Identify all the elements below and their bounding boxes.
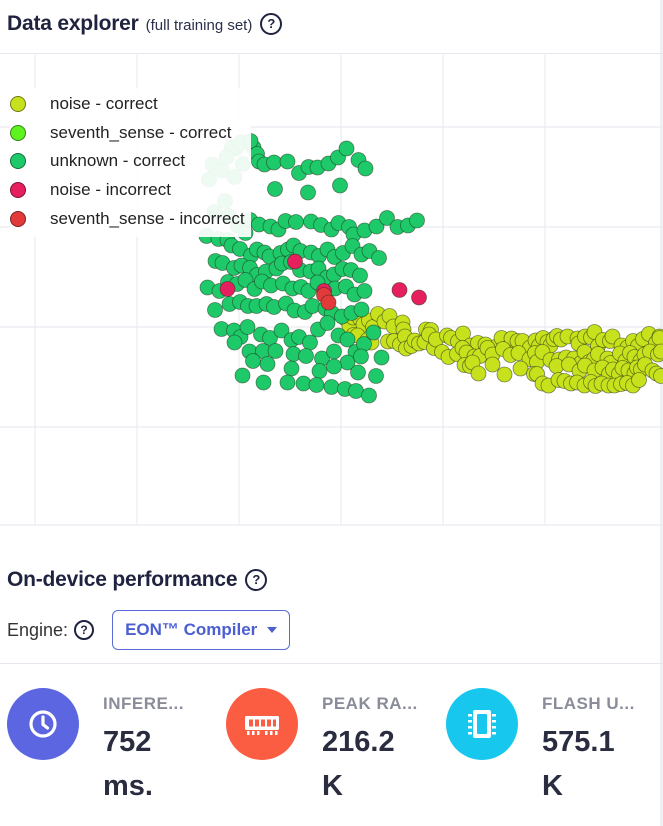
legend-swatch bbox=[10, 153, 26, 170]
performance-divider bbox=[0, 663, 663, 664]
scatter-point-unknown-correct[interactable] bbox=[266, 154, 282, 171]
scatter-point-unknown-correct[interactable] bbox=[245, 353, 261, 369]
chip-icon bbox=[468, 710, 496, 738]
scatter-point-unknown-correct[interactable] bbox=[368, 368, 384, 384]
scatter-point-unknown-correct[interactable] bbox=[259, 356, 276, 372]
scatter-point-seventh-sense-incorrect[interactable] bbox=[320, 294, 337, 311]
scatter-point-unknown-correct[interactable] bbox=[352, 267, 368, 284]
data-explorer-subtitle: (full training set) bbox=[145, 17, 253, 34]
scatter-point-unknown-correct[interactable] bbox=[207, 302, 223, 318]
scatter-point-unknown-correct[interactable] bbox=[332, 177, 348, 194]
scatter-point-unknown-correct[interactable] bbox=[279, 374, 296, 391]
metric-value: 216.2 K bbox=[322, 720, 395, 808]
metric-icon-circle bbox=[226, 688, 298, 760]
legend-swatch bbox=[10, 182, 26, 199]
scatter-point-noise-correct[interactable] bbox=[631, 372, 647, 388]
data-explorer-heading: Data explorer (full training set) ? bbox=[7, 12, 283, 36]
metric-value-number: 575.1 bbox=[542, 726, 615, 758]
metric-value-unit: K bbox=[542, 770, 563, 802]
scatter-point-unknown-correct[interactable] bbox=[350, 364, 366, 381]
scatter-point-unknown-correct[interactable] bbox=[326, 343, 342, 360]
scatter-point-unknown-correct[interactable] bbox=[288, 214, 304, 230]
legend-label: noise - correct bbox=[50, 94, 158, 114]
help-icon[interactable]: ? bbox=[74, 620, 95, 640]
scatter-point-unknown-correct[interactable] bbox=[353, 301, 370, 318]
metric-value: 575.1 K bbox=[542, 720, 615, 808]
header-divider bbox=[0, 53, 663, 54]
legend-swatch bbox=[10, 210, 26, 227]
metric-value: 752 ms. bbox=[103, 720, 153, 808]
metric-label: PEAK RA... bbox=[322, 694, 418, 713]
scatter-point-noise-incorrect[interactable] bbox=[219, 281, 236, 297]
scatter-point-unknown-correct[interactable] bbox=[255, 374, 272, 391]
metric-value-unit: K bbox=[322, 770, 343, 802]
scatter-point-noise-incorrect[interactable] bbox=[411, 289, 427, 306]
chart-points bbox=[198, 133, 663, 404]
scatter-point-noise-correct[interactable] bbox=[470, 365, 487, 382]
metric-label: FLASH U... bbox=[542, 694, 635, 713]
scatter-point-unknown-correct[interactable] bbox=[226, 334, 243, 351]
engine-select-value: EON™ Compiler bbox=[125, 620, 258, 639]
on-device-performance-title: On-device performance bbox=[7, 568, 238, 591]
legend-item-noise-incorrect[interactable]: noise - incorrect bbox=[10, 176, 245, 205]
legend-swatch bbox=[10, 124, 26, 141]
scatter-point-noise-correct[interactable] bbox=[496, 366, 513, 383]
scatter-point-unknown-correct[interactable] bbox=[239, 319, 256, 335]
chart-legend: noise - correct seventh_sense - correct … bbox=[10, 88, 251, 237]
metric-value-number: 752 bbox=[103, 726, 152, 758]
legend-item-unknown-correct[interactable]: unknown - correct bbox=[10, 147, 245, 176]
scatter-point-unknown-correct[interactable] bbox=[311, 363, 328, 379]
metric-value-unit: ms. bbox=[103, 770, 153, 802]
scatter-point-noise-correct[interactable] bbox=[512, 360, 529, 377]
legend-swatch bbox=[10, 96, 26, 113]
data-explorer-title: Data explorer bbox=[7, 12, 139, 35]
scatter-point-unknown-correct[interactable] bbox=[283, 360, 300, 377]
scatter-point-unknown-correct[interactable] bbox=[357, 160, 374, 177]
help-icon[interactable]: ? bbox=[245, 569, 268, 591]
chevron-down-icon bbox=[267, 627, 278, 633]
scatter-point-unknown-correct[interactable] bbox=[353, 348, 369, 365]
scatter-point-unknown-correct[interactable] bbox=[234, 367, 251, 384]
scatter-point-unknown-correct[interactable] bbox=[302, 334, 318, 351]
scatter-point-unknown-correct[interactable] bbox=[279, 153, 296, 170]
metric-icon-circle bbox=[446, 688, 518, 760]
legend-label: unknown - correct bbox=[50, 151, 186, 171]
on-device-performance-heading: On-device performance ? bbox=[7, 568, 268, 592]
scatter-point-unknown-correct[interactable] bbox=[308, 377, 325, 393]
metric-label: INFERE... bbox=[103, 694, 185, 713]
scatter-point-unknown-correct[interactable] bbox=[298, 348, 314, 364]
scatter-point-unknown-correct[interactable] bbox=[409, 212, 425, 229]
engine-select[interactable]: EON™ Compiler bbox=[112, 610, 291, 650]
scatter-point-unknown-correct[interactable] bbox=[361, 387, 377, 404]
legend-item-seventh-sense-correct[interactable]: seventh_sense - correct bbox=[10, 119, 245, 148]
scatter-point-unknown-correct[interactable] bbox=[267, 343, 284, 359]
clock-icon bbox=[29, 710, 57, 738]
legend-item-noise-correct[interactable]: noise - correct bbox=[10, 90, 245, 119]
metric-value-number: 216.2 bbox=[322, 726, 395, 758]
scatter-point-noise-incorrect[interactable] bbox=[391, 282, 408, 298]
legend-item-seventh-sense-incorrect[interactable]: seventh_sense - incorrect bbox=[10, 204, 245, 233]
scatter-point-noise-incorrect[interactable] bbox=[287, 253, 303, 270]
engine-row: Engine: ? EON™ Compiler bbox=[7, 610, 291, 650]
legend-label: noise - incorrect bbox=[50, 180, 171, 200]
scatter-point-noise-correct[interactable] bbox=[484, 356, 501, 373]
scatter-point-unknown-correct[interactable] bbox=[319, 315, 336, 331]
scatter-point-unknown-correct[interactable] bbox=[373, 349, 390, 366]
help-icon[interactable]: ? bbox=[260, 13, 283, 35]
legend-label: seventh_sense - incorrect bbox=[50, 208, 245, 228]
scatter-point-unknown-correct[interactable] bbox=[338, 140, 355, 157]
scatter-point-unknown-correct[interactable] bbox=[326, 358, 342, 375]
metric-icon-circle bbox=[7, 688, 79, 760]
engine-label: Engine: bbox=[7, 619, 69, 640]
scatter-point-unknown-correct[interactable] bbox=[267, 181, 283, 197]
scatter-point-unknown-correct[interactable] bbox=[356, 283, 373, 299]
scatter-point-unknown-correct[interactable] bbox=[304, 298, 321, 314]
legend-label: seventh_sense - correct bbox=[50, 122, 232, 142]
scatter-point-unknown-correct[interactable] bbox=[323, 379, 340, 395]
scatter-point-unknown-correct[interactable] bbox=[365, 324, 382, 341]
scatter-point-unknown-correct[interactable] bbox=[371, 250, 387, 266]
ram-icon bbox=[245, 716, 279, 735]
scatter-point-noise-correct[interactable] bbox=[651, 330, 663, 346]
scatter-point-unknown-correct[interactable] bbox=[300, 184, 316, 201]
